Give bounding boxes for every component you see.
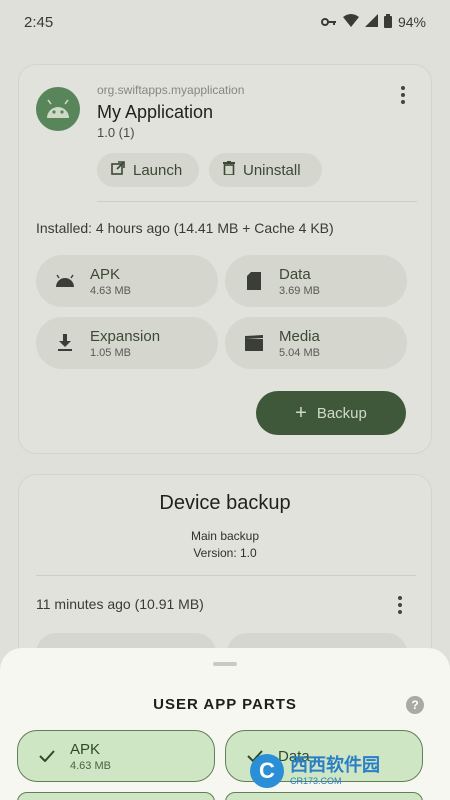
watermark-url: CR173.COM (290, 776, 342, 786)
sheet-part-partial[interactable] (17, 792, 215, 800)
sheet-title: USER APP PARTS (153, 696, 297, 713)
drag-handle[interactable] (213, 662, 237, 666)
part-size: 4.63 MB (70, 759, 111, 772)
watermark: C 西西软件园 CR173.COM (250, 752, 430, 790)
help-icon[interactable]: ? (406, 696, 424, 714)
watermark-text: 西西软件园 (290, 755, 380, 775)
check-icon (38, 747, 56, 765)
sheet-part-partial[interactable] (225, 792, 423, 800)
part-name: APK (70, 740, 101, 758)
watermark-logo: C (250, 754, 284, 788)
sheet-part-apk[interactable]: APK 4.63 MB (17, 730, 215, 782)
